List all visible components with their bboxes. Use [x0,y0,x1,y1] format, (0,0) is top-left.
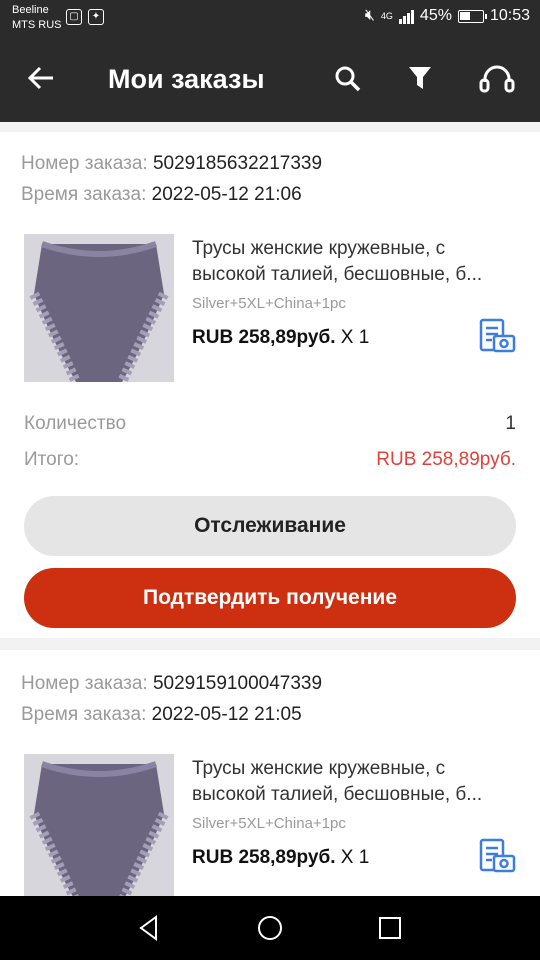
product-image[interactable] [24,754,174,896]
carrier-info: Beeline MTS RUS [12,3,62,33]
back-triangle-icon[interactable] [134,912,166,944]
notification-icon: ✦ [88,9,104,25]
photo-review-icon[interactable] [478,318,516,354]
order-time-label: Время заказа: [21,704,147,725]
product-item[interactable]: Трусы женские кружевные, с высокой талие… [0,234,540,384]
track-button[interactable]: Отслеживание [24,496,516,556]
quantity-row: Количество 1 [0,406,540,442]
app-bar: Мои заказы [0,36,540,122]
total-value: RUB 258,89руб. [376,449,516,470]
product-item[interactable]: Трусы женские кружевные, с высокой талие… [0,754,540,896]
product-sku: Silver+5XL+China+1pc [192,815,346,832]
order-time-row: Время заказа: 2022-05-12 21:05 [0,699,540,730]
product-price: RUB 258,89руб. [192,847,336,868]
system-nav-bar [0,896,540,960]
order-time: 2022-05-12 21:06 [151,184,302,205]
network-type: 4G [380,11,393,21]
order-number-label: Номер заказа: [21,673,148,694]
order-time: 2022-05-12 21:05 [151,704,302,725]
product-multiplier: X 1 [340,327,370,348]
product-sku: Silver+5XL+China+1pc [192,295,346,312]
home-circle-icon[interactable] [254,912,286,944]
product-price-row: RUB 258,89руб. X 1 [192,847,369,869]
battery-percent: 45% [419,7,452,24]
order-number: 5029159100047339 [152,673,323,694]
product-price: RUB 258,89руб. [192,327,336,348]
clock: 10:53 [489,7,530,24]
quantity-value: 1 [505,413,516,434]
order-number-row: Номер заказа: 5029185632217339 [0,148,540,179]
recents-square-icon[interactable] [374,912,406,944]
order-time-label: Время заказа: [21,184,147,205]
product-price-row: RUB 258,89руб. X 1 [192,327,369,349]
order-time-row: Время заказа: 2022-05-12 21:06 [0,179,540,210]
quantity-label: Количество [24,413,127,434]
page-title: Мои заказы [108,64,265,94]
notification-icon: ▢ [66,9,82,25]
order-card: Номер заказа: 5029185632217339 Время зак… [0,132,540,638]
total-row: Итого: RUB 258,89руб. [0,442,540,478]
signal-icon [398,8,414,24]
carrier-1: Beeline [12,4,49,16]
product-multiplier: X 1 [340,847,370,868]
search-icon[interactable] [330,60,366,96]
battery-icon [457,9,487,23]
confirm-receipt-button[interactable]: Подтвердить получение [24,568,516,628]
back-arrow-icon[interactable] [26,63,58,95]
product-name[interactable]: Трусы женские кружевные, с высокой талие… [192,236,517,288]
filter-icon[interactable] [402,60,438,96]
status-bar: Beeline MTS RUS ▢ ✦ 🔇︎ 4G 45% 10:53 [0,0,540,36]
notification-icons: ▢ ✦ [66,9,104,25]
product-image[interactable] [24,234,174,382]
support-headset-icon[interactable] [479,60,515,96]
mute-icon: 🔇︎ [364,7,375,24]
carrier-2: MTS RUS [12,19,62,31]
order-number-row: Номер заказа: 5029159100047339 [0,668,540,699]
order-number: 5029185632217339 [152,153,323,174]
status-right: 🔇︎ 4G 45% 10:53 [365,7,530,25]
photo-review-icon[interactable] [478,838,516,874]
orders-list[interactable]: Номер заказа: 5029185632217339 Время зак… [0,122,540,896]
order-card: Номер заказа: 5029159100047339 Время зак… [0,650,540,896]
order-number-label: Номер заказа: [21,153,148,174]
product-name[interactable]: Трусы женские кружевные, с высокой талие… [192,756,517,808]
total-label: Итого: [24,449,80,470]
